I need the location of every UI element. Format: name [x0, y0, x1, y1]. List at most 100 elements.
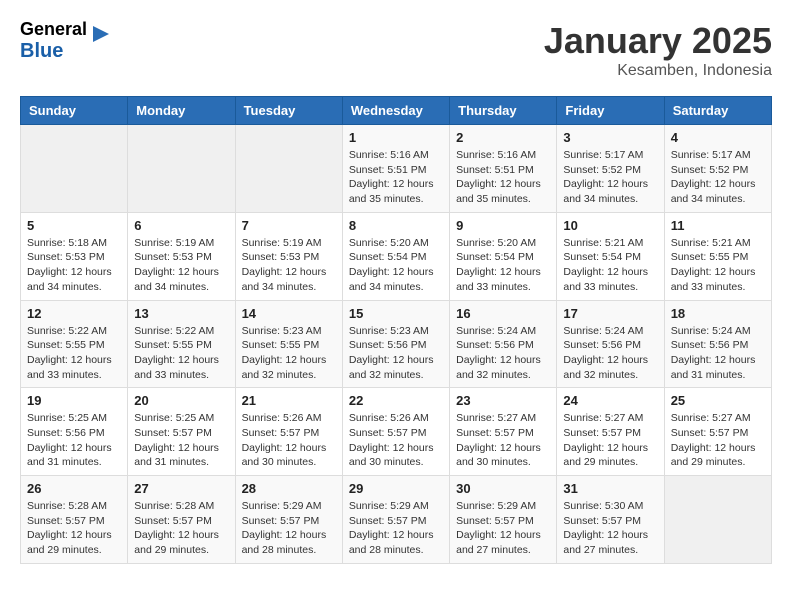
day-number: 7	[242, 218, 336, 233]
day-info: Sunrise: 5:29 AM Sunset: 5:57 PM Dayligh…	[242, 499, 336, 558]
calendar-cell: 6 Sunrise: 5:19 AM Sunset: 5:53 PM Daylig…	[128, 212, 235, 300]
day-number: 10	[563, 218, 657, 233]
title-block: January 2025 Kesamben, Indonesia	[544, 20, 772, 80]
day-number: 14	[242, 306, 336, 321]
day-info: Sunrise: 5:23 AM Sunset: 5:56 PM Dayligh…	[349, 324, 443, 383]
day-number: 31	[563, 481, 657, 496]
day-number: 27	[134, 481, 228, 496]
day-number: 13	[134, 306, 228, 321]
calendar-cell: 4Sunrise: 5:17 AM Sunset: 5:52 PM Daylig…	[664, 125, 771, 213]
day-number: 28	[242, 481, 336, 496]
day-info: Sunrise: 5:30 AM Sunset: 5:57 PM Dayligh…	[563, 499, 657, 558]
logo-general: General	[20, 20, 87, 40]
calendar-cell: 25Sunrise: 5:27 AM Sunset: 5:57 PM Dayli…	[664, 388, 771, 476]
calendar-cell: 27 Sunrise: 5:28 AM Sunset: 5:57 PM Dayli…	[128, 476, 235, 564]
day-info: Sunrise: 5:25 AM Sunset: 5:56 PM Dayligh…	[27, 411, 121, 470]
day-info: Sunrise: 5:19 AM Sunset: 5:53 PM Dayligh…	[242, 236, 336, 295]
calendar-cell: 8Sunrise: 5:20 AM Sunset: 5:54 PM Daylig…	[342, 212, 449, 300]
day-info: Sunrise: 5:27 AM Sunset: 5:57 PM Dayligh…	[563, 411, 657, 470]
day-info: Sunrise: 5:26 AM Sunset: 5:57 PM Dayligh…	[349, 411, 443, 470]
day-number: 2	[456, 130, 550, 145]
calendar-cell: 13 Sunrise: 5:22 AM Sunset: 5:55 PM Dayli…	[128, 300, 235, 388]
calendar-cell	[128, 125, 235, 213]
weekday-header-thursday: Thursday	[450, 97, 557, 125]
calendar-cell: 11 Sunrise: 5:21 AM Sunset: 5:55 PM Dayli…	[664, 212, 771, 300]
calendar-cell: 22 Sunrise: 5:26 AM Sunset: 5:57 PM Dayli…	[342, 388, 449, 476]
day-number: 8	[349, 218, 443, 233]
week-row-3: 12Sunrise: 5:22 AM Sunset: 5:55 PM Dayli…	[21, 300, 772, 388]
calendar-cell: 30 Sunrise: 5:29 AM Sunset: 5:57 PM Dayli…	[450, 476, 557, 564]
day-number: 18	[671, 306, 765, 321]
calendar-cell: 17 Sunrise: 5:24 AM Sunset: 5:56 PM Dayli…	[557, 300, 664, 388]
day-number: 11	[671, 218, 765, 233]
logo: General Blue	[20, 20, 109, 62]
day-number: 30	[456, 481, 550, 496]
weekday-header-saturday: Saturday	[664, 97, 771, 125]
day-number: 17	[563, 306, 657, 321]
day-info: Sunrise: 5:19 AM Sunset: 5:53 PM Dayligh…	[134, 236, 228, 295]
calendar-cell: 19 Sunrise: 5:25 AM Sunset: 5:56 PM Dayli…	[21, 388, 128, 476]
weekday-header-friday: Friday	[557, 97, 664, 125]
calendar-cell: 21Sunrise: 5:26 AM Sunset: 5:57 PM Dayli…	[235, 388, 342, 476]
day-info: Sunrise: 5:29 AM Sunset: 5:57 PM Dayligh…	[456, 499, 550, 558]
day-info: Sunrise: 5:22 AM Sunset: 5:55 PM Dayligh…	[134, 324, 228, 383]
day-info: Sunrise: 5:27 AM Sunset: 5:57 PM Dayligh…	[671, 411, 765, 470]
day-info: Sunrise: 5:24 AM Sunset: 5:56 PM Dayligh…	[456, 324, 550, 383]
day-info: Sunrise: 5:29 AM Sunset: 5:57 PM Dayligh…	[349, 499, 443, 558]
calendar-cell: 5Sunrise: 5:18 AM Sunset: 5:53 PM Daylig…	[21, 212, 128, 300]
week-row-2: 5Sunrise: 5:18 AM Sunset: 5:53 PM Daylig…	[21, 212, 772, 300]
calendar-cell: 20Sunrise: 5:25 AM Sunset: 5:57 PM Dayli…	[128, 388, 235, 476]
calendar-cell: 14 Sunrise: 5:23 AM Sunset: 5:55 PM Dayli…	[235, 300, 342, 388]
day-info: Sunrise: 5:21 AM Sunset: 5:55 PM Dayligh…	[671, 236, 765, 295]
day-info: Sunrise: 5:27 AM Sunset: 5:57 PM Dayligh…	[456, 411, 550, 470]
calendar-cell: 29 Sunrise: 5:29 AM Sunset: 5:57 PM Dayli…	[342, 476, 449, 564]
day-info: Sunrise: 5:16 AM Sunset: 5:51 PM Dayligh…	[349, 148, 443, 207]
day-info: Sunrise: 5:24 AM Sunset: 5:56 PM Dayligh…	[563, 324, 657, 383]
day-info: Sunrise: 5:25 AM Sunset: 5:57 PM Dayligh…	[134, 411, 228, 470]
page-header: General Blue January 2025 Kesamben, Indo…	[20, 20, 772, 80]
calendar-cell: 28 Sunrise: 5:29 AM Sunset: 5:57 PM Dayli…	[235, 476, 342, 564]
calendar-cell	[21, 125, 128, 213]
weekday-header-row: SundayMondayTuesdayWednesdayThursdayFrid…	[21, 97, 772, 125]
week-row-1: 1 Sunrise: 5:16 AM Sunset: 5:51 PM Daylig…	[21, 125, 772, 213]
calendar-cell: 9 Sunrise: 5:20 AM Sunset: 5:54 PM Daylig…	[450, 212, 557, 300]
day-number: 22	[349, 393, 443, 408]
calendar-cell: 10Sunrise: 5:21 AM Sunset: 5:54 PM Dayli…	[557, 212, 664, 300]
weekday-header-tuesday: Tuesday	[235, 97, 342, 125]
location: Kesamben, Indonesia	[544, 62, 772, 80]
day-number: 23	[456, 393, 550, 408]
calendar-cell: 31 Sunrise: 5:30 AM Sunset: 5:57 PM Dayli…	[557, 476, 664, 564]
day-number: 6	[134, 218, 228, 233]
day-number: 29	[349, 481, 443, 496]
weekday-header-sunday: Sunday	[21, 97, 128, 125]
day-number: 15	[349, 306, 443, 321]
calendar-cell	[235, 125, 342, 213]
weekday-header-wednesday: Wednesday	[342, 97, 449, 125]
logo-icon	[89, 26, 109, 56]
day-number: 19	[27, 393, 121, 408]
day-info: Sunrise: 5:28 AM Sunset: 5:57 PM Dayligh…	[134, 499, 228, 558]
day-info: Sunrise: 5:20 AM Sunset: 5:54 PM Dayligh…	[456, 236, 550, 295]
day-info: Sunrise: 5:26 AM Sunset: 5:57 PM Dayligh…	[242, 411, 336, 470]
day-info: Sunrise: 5:28 AM Sunset: 5:57 PM Dayligh…	[27, 499, 121, 558]
weekday-header-monday: Monday	[128, 97, 235, 125]
day-number: 9	[456, 218, 550, 233]
day-number: 24	[563, 393, 657, 408]
day-info: Sunrise: 5:16 AM Sunset: 5:51 PM Dayligh…	[456, 148, 550, 207]
calendar-cell: 16Sunrise: 5:24 AM Sunset: 5:56 PM Dayli…	[450, 300, 557, 388]
calendar-cell: 12Sunrise: 5:22 AM Sunset: 5:55 PM Dayli…	[21, 300, 128, 388]
day-number: 5	[27, 218, 121, 233]
day-info: Sunrise: 5:23 AM Sunset: 5:55 PM Dayligh…	[242, 324, 336, 383]
day-number: 4	[671, 130, 765, 145]
day-number: 1	[349, 130, 443, 145]
calendar-cell: 15 Sunrise: 5:23 AM Sunset: 5:56 PM Dayli…	[342, 300, 449, 388]
day-info: Sunrise: 5:24 AM Sunset: 5:56 PM Dayligh…	[671, 324, 765, 383]
calendar-cell: 2 Sunrise: 5:16 AM Sunset: 5:51 PM Daylig…	[450, 125, 557, 213]
calendar-cell: 1 Sunrise: 5:16 AM Sunset: 5:51 PM Daylig…	[342, 125, 449, 213]
calendar-cell: 7 Sunrise: 5:19 AM Sunset: 5:53 PM Daylig…	[235, 212, 342, 300]
calendar-cell: 24 Sunrise: 5:27 AM Sunset: 5:57 PM Dayli…	[557, 388, 664, 476]
logo-text: General Blue	[20, 20, 87, 62]
calendar-cell	[664, 476, 771, 564]
day-number: 26	[27, 481, 121, 496]
day-info: Sunrise: 5:17 AM Sunset: 5:52 PM Dayligh…	[563, 148, 657, 207]
